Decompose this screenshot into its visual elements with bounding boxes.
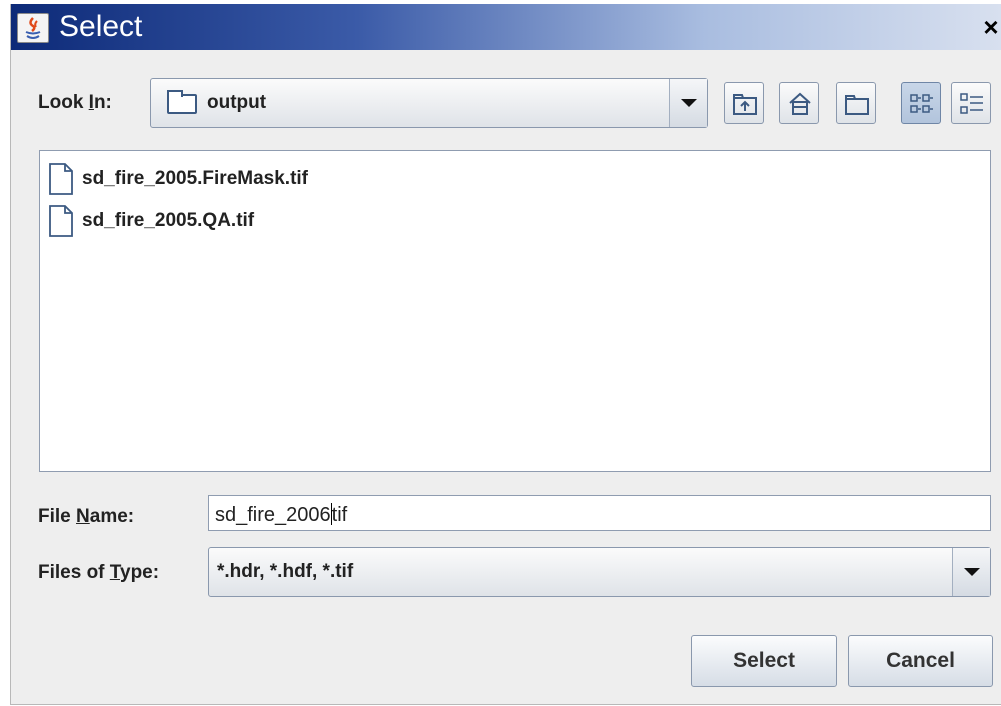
file-name: sd_fire_2005.QA.tif (82, 210, 255, 231)
title-bar[interactable]: Select × (11, 4, 1001, 50)
up-one-level-button[interactable] (724, 82, 764, 124)
look-in-combobox[interactable]: output (150, 78, 708, 128)
details-view-button[interactable] (951, 82, 991, 124)
create-new-folder-button[interactable] (836, 82, 876, 124)
folder-icon (167, 90, 197, 114)
files-of-type-label: Files of Type: (38, 562, 160, 583)
list-view-icon (910, 94, 933, 113)
files-of-type-value: *.hdr, *.hdf, *.tif (217, 561, 354, 582)
home-button[interactable] (779, 82, 819, 124)
chevron-down-icon[interactable] (669, 79, 707, 127)
cancel-button[interactable]: Cancel (848, 635, 993, 687)
file-name-input[interactable]: sd_fire_2006tif (208, 495, 991, 531)
file-list[interactable]: sd_fire_2005.FireMask.tif sd_fire_2005.Q… (39, 150, 991, 472)
select-button[interactable]: Select (691, 635, 837, 687)
look-in-value: output (207, 92, 267, 113)
up-folder-icon (733, 94, 757, 115)
file-name: sd_fire_2005.FireMask.tif (82, 168, 309, 189)
chevron-down-icon[interactable] (952, 548, 990, 596)
file-name-label: File Name: (38, 506, 135, 527)
close-icon[interactable]: × (980, 12, 1001, 42)
details-view-icon (960, 93, 983, 114)
select-dialog: Select × Look In: output sd_fire_2005.Fi… (10, 4, 1001, 705)
window-title: Select (59, 10, 143, 43)
list-view-button[interactable] (901, 82, 941, 124)
look-in-label: Look In: (38, 92, 112, 113)
new-folder-icon (845, 95, 869, 115)
file-icon (49, 163, 73, 195)
home-icon (789, 92, 811, 115)
file-name-value: sd_fire_2006tif (215, 503, 348, 526)
file-icon (49, 205, 73, 237)
java-app-icon (17, 13, 49, 43)
files-of-type-combobox[interactable]: *.hdr, *.hdf, *.tif (208, 547, 991, 597)
